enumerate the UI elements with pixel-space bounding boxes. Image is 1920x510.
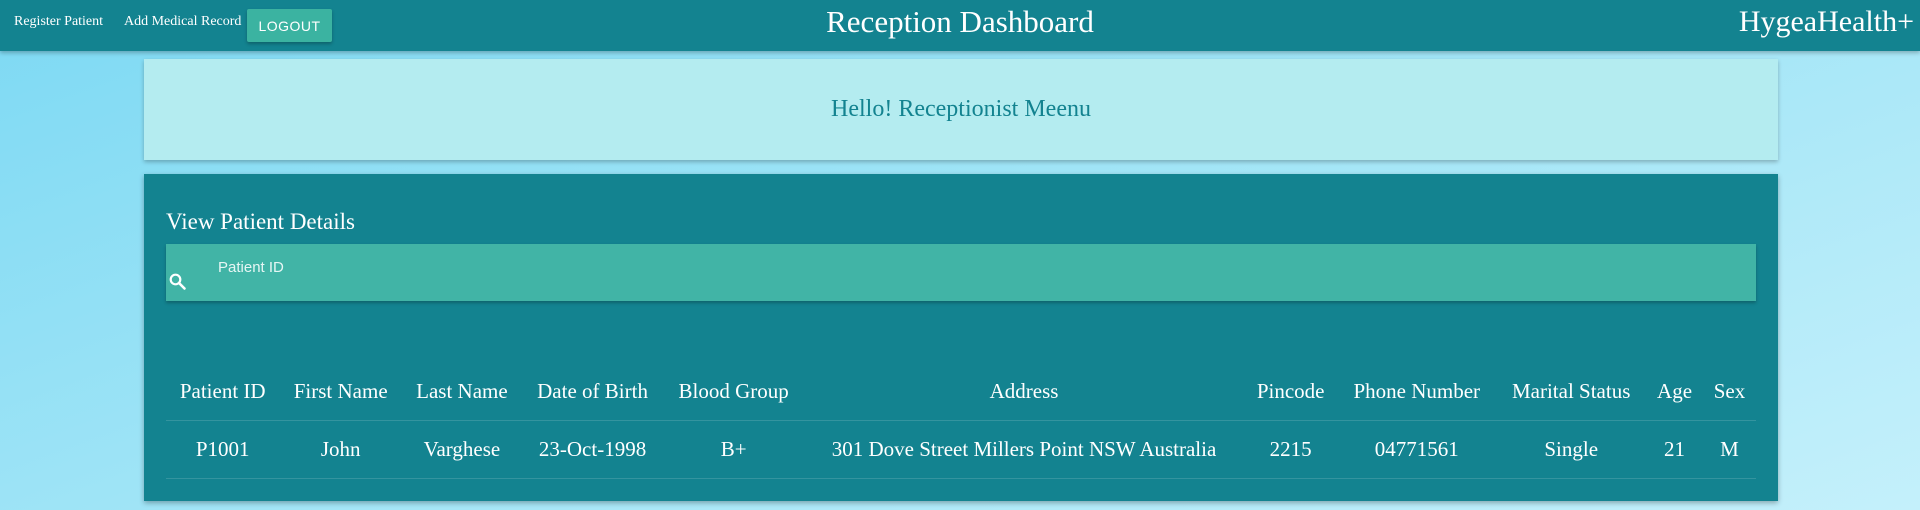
top-navigation-bar: Register Patient Add Medical Record LOGO… <box>0 0 1920 51</box>
section-title: View Patient Details <box>166 209 355 234</box>
column-header-age: Age <box>1646 364 1703 421</box>
column-header-last-name: Last Name <box>401 364 522 421</box>
register-patient-link[interactable]: Register Patient <box>14 14 103 30</box>
cell-address: 301 Dove Street Millers Point NSW Austra… <box>804 420 1245 479</box>
column-header-first-name: First Name <box>279 364 402 421</box>
column-header-marital-status: Marital Status <box>1496 364 1647 421</box>
cell-marital-status: Single <box>1496 420 1647 479</box>
logout-button[interactable]: LOGOUT <box>247 9 332 42</box>
column-header-patient-id: Patient ID <box>166 364 280 421</box>
cell-blood-group: B+ <box>663 420 805 479</box>
patient-id-search-input[interactable] <box>218 254 1718 280</box>
column-header-phone-number: Phone Number <box>1337 364 1497 421</box>
cell-last-name: Varghese <box>401 420 522 479</box>
patient-table: Patient ID First Name Last Name Date of … <box>166 364 1756 479</box>
column-header-date-of-birth: Date of Birth <box>521 364 664 421</box>
search-icon <box>168 272 188 292</box>
brand-logo: HygeaHealth+ <box>1738 5 1914 38</box>
column-header-blood-group: Blood Group <box>663 364 805 421</box>
table-row: P1001 John Varghese 23-Oct-1998 B+ 301 D… <box>166 420 1756 479</box>
cell-age: 21 <box>1646 420 1703 479</box>
cell-patient-id: P1001 <box>166 420 280 479</box>
table-header-row: Patient ID First Name Last Name Date of … <box>166 364 1756 421</box>
patient-search-bar <box>166 244 1756 301</box>
greeting-text: Hello! Receptionist Meenu <box>831 96 1091 122</box>
column-header-pincode: Pincode <box>1244 364 1338 421</box>
column-header-sex: Sex <box>1702 364 1756 421</box>
greeting-card: Hello! Receptionist Meenu <box>144 59 1778 160</box>
cell-date-of-birth: 23-Oct-1998 <box>521 420 664 479</box>
patient-details-card: View Patient Details Patient ID First Na… <box>144 174 1778 501</box>
cell-pincode: 2215 <box>1244 420 1338 479</box>
cell-first-name: John <box>279 420 402 479</box>
add-medical-record-link[interactable]: Add Medical Record <box>124 14 241 30</box>
cell-phone-number: 04771561 <box>1337 420 1497 479</box>
cell-sex: M <box>1702 420 1756 479</box>
column-header-address: Address <box>804 364 1245 421</box>
